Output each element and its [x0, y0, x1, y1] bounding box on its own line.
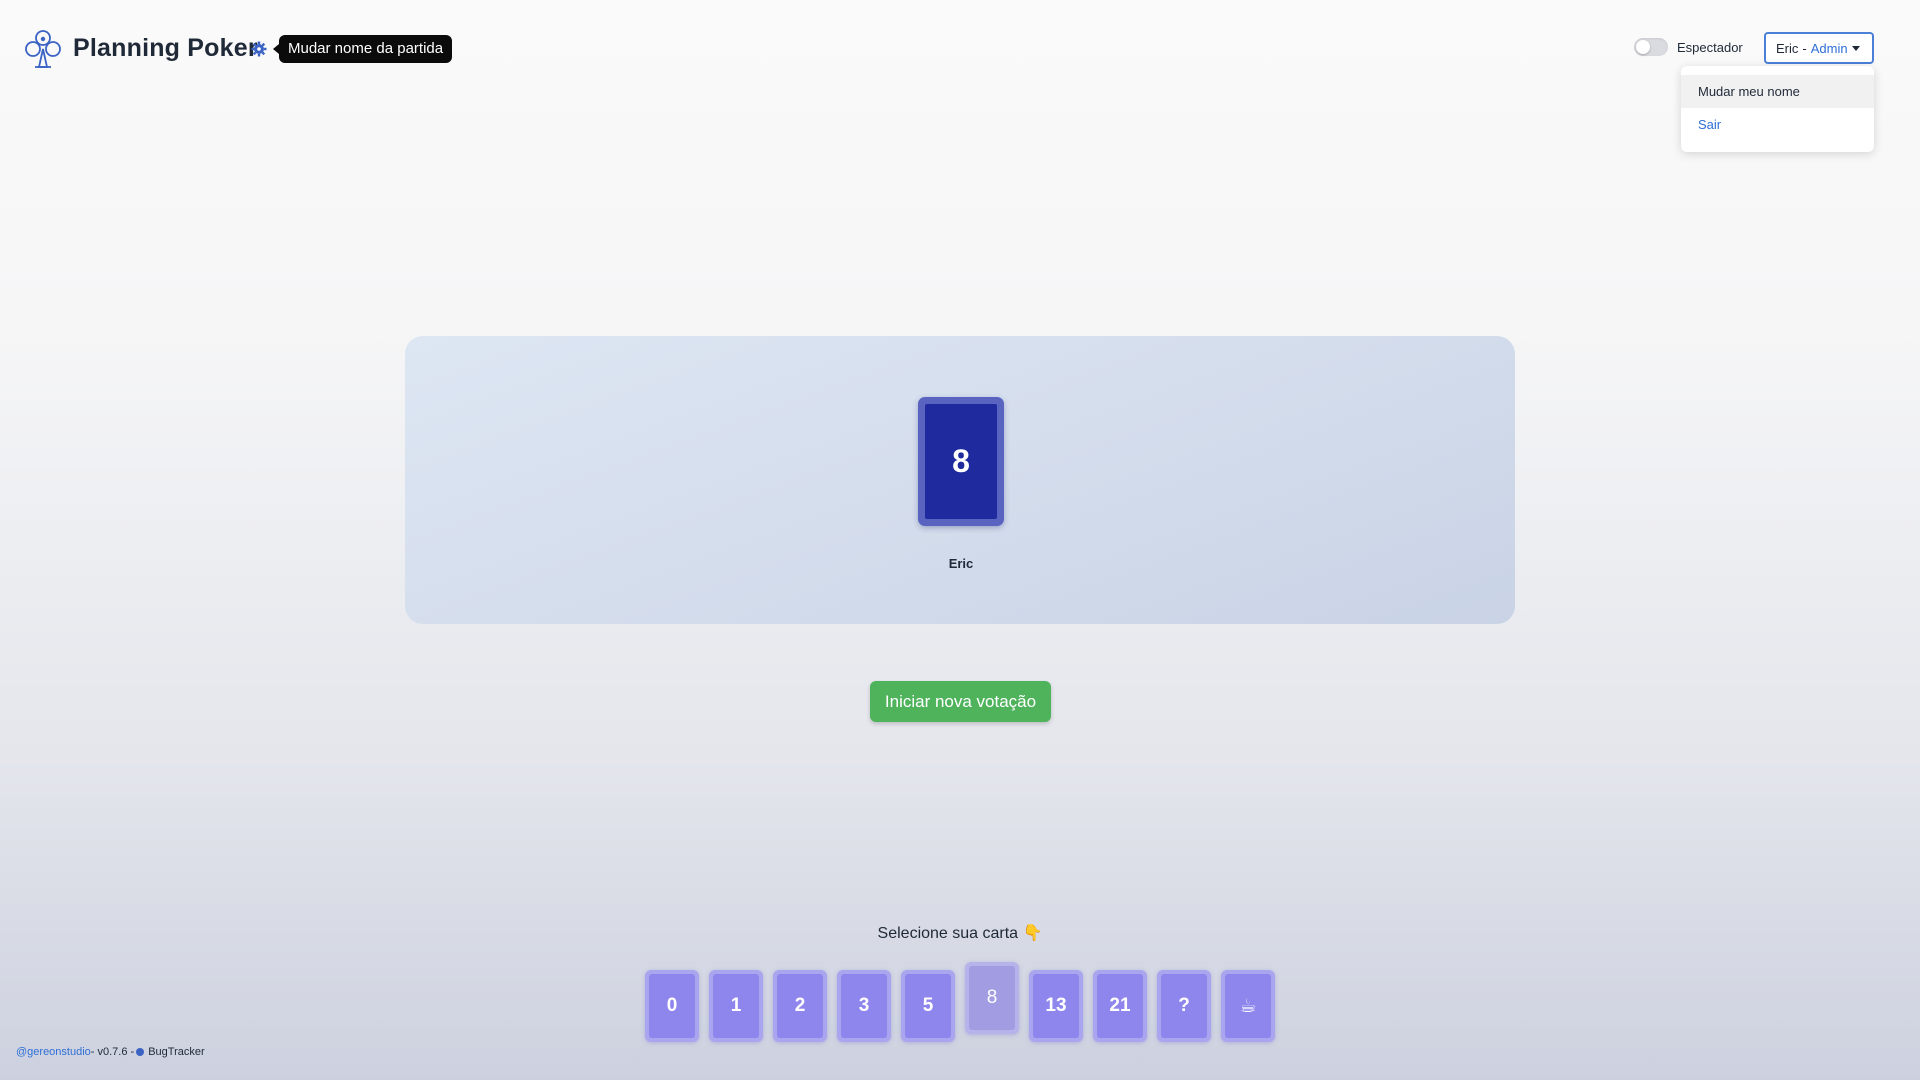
new-vote-button[interactable]: Iniciar nova votação — [870, 681, 1051, 722]
user-name: Eric — [1776, 40, 1799, 56]
deck-card-value: 0 — [649, 974, 695, 1038]
played-card-value: 8 — [925, 404, 997, 519]
deck-card-value: 21 — [1097, 974, 1143, 1038]
caret-down-icon — [1852, 46, 1860, 51]
club-logo-icon — [25, 30, 61, 68]
studio-link[interactable]: @gereonstudio — [16, 1046, 91, 1058]
header: Planning Poker Mudar nome da partida Esp… — [0, 0, 1920, 152]
deck-card-value: 5 — [905, 974, 951, 1038]
user-menu-button[interactable]: Eric - Admin — [1764, 32, 1874, 64]
spectator-toggle[interactable] — [1634, 38, 1668, 56]
select-card-prompt: Selecione sua carta 👇 — [860, 923, 1060, 943]
footer: @gereonstudio - v0.7.6 - BugTracker — [16, 1046, 205, 1058]
pointing-down-icon: 👇 — [1022, 925, 1043, 942]
logout-menu-item[interactable]: Sair — [1681, 108, 1874, 141]
deck-card-8-selected[interactable]: 8 — [965, 962, 1019, 1034]
rename-game-tooltip: Mudar nome da partida — [272, 35, 453, 63]
deck-card-21[interactable]: 21 — [1093, 970, 1147, 1042]
deck-card-value: 2 — [777, 974, 823, 1038]
user-separator: - — [1802, 40, 1807, 56]
deck-card-value: 8 — [969, 966, 1015, 1030]
deck-card-3[interactable]: 3 — [837, 970, 891, 1042]
deck-card-0[interactable]: 0 — [645, 970, 699, 1042]
user-dropdown-menu: Mudar meu nome Sair — [1681, 66, 1874, 152]
deck-card-value: 3 — [841, 974, 887, 1038]
user-role: Admin — [1810, 40, 1848, 56]
deck-card-13[interactable]: 13 — [1029, 970, 1083, 1042]
bugtracker-link[interactable]: BugTracker — [148, 1046, 204, 1058]
bug-icon — [136, 1048, 145, 1056]
coffee-icon: ☕ — [1225, 974, 1271, 1038]
version-text: - v0.7.6 - — [90, 1046, 135, 1058]
gear-icon[interactable] — [251, 41, 267, 57]
deck-card-1[interactable]: 1 — [709, 970, 763, 1042]
deck-card-value: 1 — [713, 974, 759, 1038]
spectator-toggle-group: Espectador — [1634, 38, 1743, 56]
deck-card-value: 13 — [1033, 974, 1079, 1038]
deck-card-5[interactable]: 5 — [901, 970, 955, 1042]
poker-table: 8 Eric — [405, 336, 1515, 624]
deck-card-coffee[interactable]: ☕ — [1221, 970, 1275, 1042]
deck-card-value: ? — [1161, 974, 1207, 1038]
deck-card-question[interactable]: ? — [1157, 970, 1211, 1042]
player-name: Eric — [948, 556, 974, 571]
select-card-text: Selecione sua carta — [877, 925, 1019, 942]
deck-card-2[interactable]: 2 — [773, 970, 827, 1042]
played-card: 8 — [918, 397, 1004, 526]
app-title: Planning Poker — [73, 34, 258, 62]
spectator-label: Espectador — [1677, 39, 1743, 55]
change-name-menu-item[interactable]: Mudar meu nome — [1681, 75, 1874, 108]
toggle-knob — [1636, 40, 1650, 54]
